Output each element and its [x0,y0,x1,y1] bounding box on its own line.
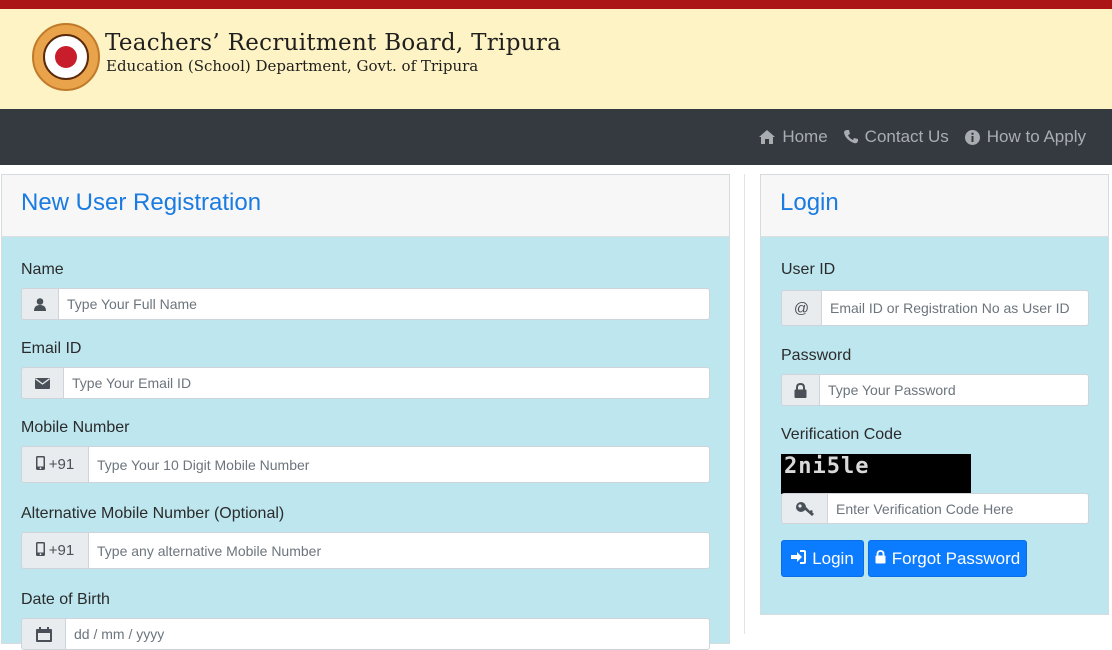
nav-home[interactable]: Home [759,127,828,147]
dob-input[interactable] [65,618,710,650]
password-input-group [781,374,1089,406]
alt-mobile-country-code: +91 [48,542,75,559]
password-label: Password [781,347,852,364]
captcha-image: 2ni5le [781,454,971,494]
email-label: Email ID [21,340,82,357]
nav-contact-label: Contact Us [864,127,949,146]
verification-label: Verification Code [781,426,902,443]
mobile-phone-icon [35,541,45,560]
login-card-header: Login [761,175,1108,237]
nav-how-to-apply[interactable]: How to Apply [964,127,1086,147]
site-title: Teachers’ Recruitment Board, Tripura [105,30,562,56]
verification-input[interactable] [827,493,1089,524]
mobile-label: Mobile Number [21,419,130,436]
mobile-input[interactable] [88,446,710,483]
info-circle-icon [964,129,980,145]
calendar-icon [21,618,65,650]
login-button[interactable]: Login [781,540,864,577]
alt-mobile-label: Alternative Mobile Number (Optional) [21,505,285,522]
forgot-password-button[interactable]: Forgot Password [868,540,1027,577]
alt-mobile-prefix-addon: +91 [21,532,88,569]
dob-input-group [21,618,710,650]
nav-how-to-apply-label: How to Apply [986,127,1086,146]
alt-mobile-input[interactable] [88,532,710,569]
nav-contact[interactable]: Contact Us [843,127,949,147]
name-input-group [21,288,710,320]
key-icon [781,493,827,524]
name-label: Name [21,261,64,278]
mobile-prefix-addon: +91 [21,446,88,483]
user-icon [21,288,58,320]
top-accent-bar [0,0,1112,9]
alt-mobile-input-group: +91 [21,532,710,569]
mobile-phone-icon [35,455,45,474]
email-input-group [21,367,710,399]
lock-icon [875,549,886,569]
sign-in-icon [791,549,807,569]
nav-home-label: Home [782,127,828,146]
registration-title: New User Registration [21,189,262,216]
email-input[interactable] [63,367,710,399]
mobile-input-group: +91 [21,446,710,483]
mobile-country-code: +91 [48,456,75,473]
password-input[interactable] [819,374,1089,406]
captcha-text: 2ni5le [784,454,870,479]
login-title: Login [780,189,839,216]
userid-input-group: @ [781,290,1089,326]
nav-menu: Home Contact Us How to Apply [759,109,1086,165]
board-logo [32,23,100,91]
login-button-label: Login [812,548,854,568]
navbar: Home Contact Us How to Apply [0,109,1112,165]
name-input[interactable] [58,288,710,320]
registration-card: New User Registration Name Email ID Mobi… [1,174,730,650]
site-header: Teachers’ Recruitment Board, Tripura Edu… [0,9,1112,109]
userid-label: User ID [781,261,836,278]
home-icon [759,130,776,144]
site-subtitle: Education (School) Department, Govt. of … [106,57,479,75]
lock-icon [781,374,819,406]
forgot-password-label: Forgot Password [891,548,1021,568]
registration-card-header: New User Registration [2,175,729,237]
verification-input-group [781,493,1089,524]
at-sign-icon: @ [781,290,821,326]
login-card: Login User ID @ Password Verification Co… [760,174,1109,615]
phone-icon [843,130,858,144]
column-divider [744,174,745,634]
dob-label: Date of Birth [21,591,110,608]
envelope-icon [21,367,63,399]
userid-input[interactable] [821,290,1089,326]
